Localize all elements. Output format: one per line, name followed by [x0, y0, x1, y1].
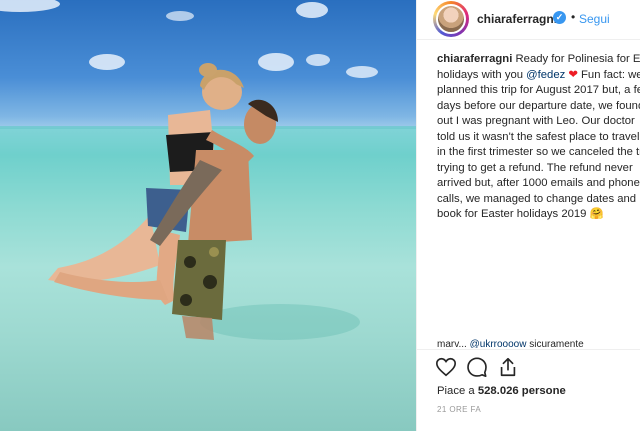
caption-line: calls, we managed to change dates and re…: [437, 192, 640, 205]
likes-count[interactable]: Piace a 528.026 persone: [437, 385, 566, 397]
hugging-emoji-icon: 🤗: [589, 208, 604, 220]
beach-couple-photo: [0, 0, 416, 340]
caption-line: told us it wasn't the safest place to tr…: [437, 130, 640, 143]
comment-mention[interactable]: @ukrroooow: [470, 339, 527, 348]
caption-line: days before our departure date, we found: [437, 99, 640, 112]
comment-bubble-icon[interactable]: [466, 356, 490, 380]
share-upload-icon[interactable]: [497, 356, 521, 380]
verified-badge-icon: ✓: [553, 11, 566, 24]
caption-line: out I was pregnant with Leo. Our doctor: [437, 115, 635, 127]
follow-button[interactable]: Segui: [579, 12, 610, 26]
caption-line: trying to get a refund. The refund never: [437, 161, 633, 174]
divider: [417, 349, 640, 350]
caption-line: in the first trimester so we canceled th…: [437, 146, 640, 158]
comment-username[interactable]: marv...: [437, 339, 467, 348]
post-header: chiaraferragni ✓ • Segui: [417, 0, 640, 40]
avatar[interactable]: [436, 4, 466, 34]
post-caption: chiaraferragni Ready for Polinesia for E…: [437, 52, 640, 223]
heart-outline-icon[interactable]: [435, 356, 459, 380]
separator-dot: •: [571, 10, 576, 24]
caption-line: arrived but, after 1000 emails and phone: [437, 177, 640, 189]
caption-line: planned this trip for August 2017 but, a…: [437, 84, 640, 96]
comment-preview: marv... @ukrroooow sicuramente: [437, 338, 640, 348]
author-username[interactable]: chiaraferragni: [477, 12, 557, 26]
post-timestamp[interactable]: 21 ORE FA: [437, 405, 481, 414]
mention-link[interactable]: @fedez: [526, 69, 565, 81]
caption-username[interactable]: chiaraferragni: [437, 53, 512, 65]
heart-emoji-icon: ❤: [568, 68, 578, 81]
avatar-story-ring[interactable]: [433, 1, 469, 37]
caption-line: holidays with you @fedez ❤ Fun fact: we: [437, 68, 640, 81]
comment-text: sicuramente: [526, 339, 584, 348]
post-photo[interactable]: [0, 0, 416, 431]
post-details-panel: chiaraferragni ✓ • Segui chiaraferragni …: [416, 0, 640, 431]
caption-line: book for Easter holidays 2019 🤗: [437, 208, 604, 220]
caption-line: chiaraferragni Ready for Polinesia for E…: [437, 53, 640, 65]
